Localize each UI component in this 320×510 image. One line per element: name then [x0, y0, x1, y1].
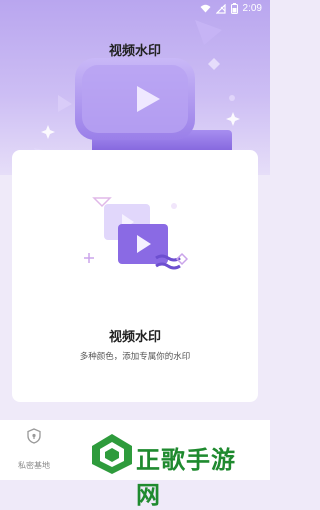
hero-illustration	[34, 20, 242, 164]
green-logo-mark	[92, 434, 132, 474]
page-title: 视频水印	[108, 43, 161, 58]
decor-dot	[229, 95, 235, 101]
tv-illustration	[75, 58, 242, 164]
sparkle-right	[226, 112, 240, 126]
nav-item-private-base[interactable]: 私密基地	[0, 420, 68, 480]
hero-banner: 2:09 视频水印	[0, 0, 270, 175]
sparkle-left	[41, 125, 55, 139]
nav-label: 私密基地	[18, 461, 50, 470]
shield-icon	[27, 428, 41, 444]
feature-card[interactable]: 视频水印 多种颜色，添加专属你的水印	[12, 150, 258, 402]
card-description: 多种颜色，添加专属你的水印	[79, 351, 191, 361]
card-title: 视频水印	[108, 329, 161, 344]
watermark-text: 正歌手游网	[136, 446, 236, 509]
watermark-feature-icon	[84, 197, 188, 270]
decor-diamond-right	[208, 58, 220, 70]
site-watermark-logo: 正歌手游网	[90, 432, 260, 509]
decor-triangle-left	[58, 95, 72, 112]
